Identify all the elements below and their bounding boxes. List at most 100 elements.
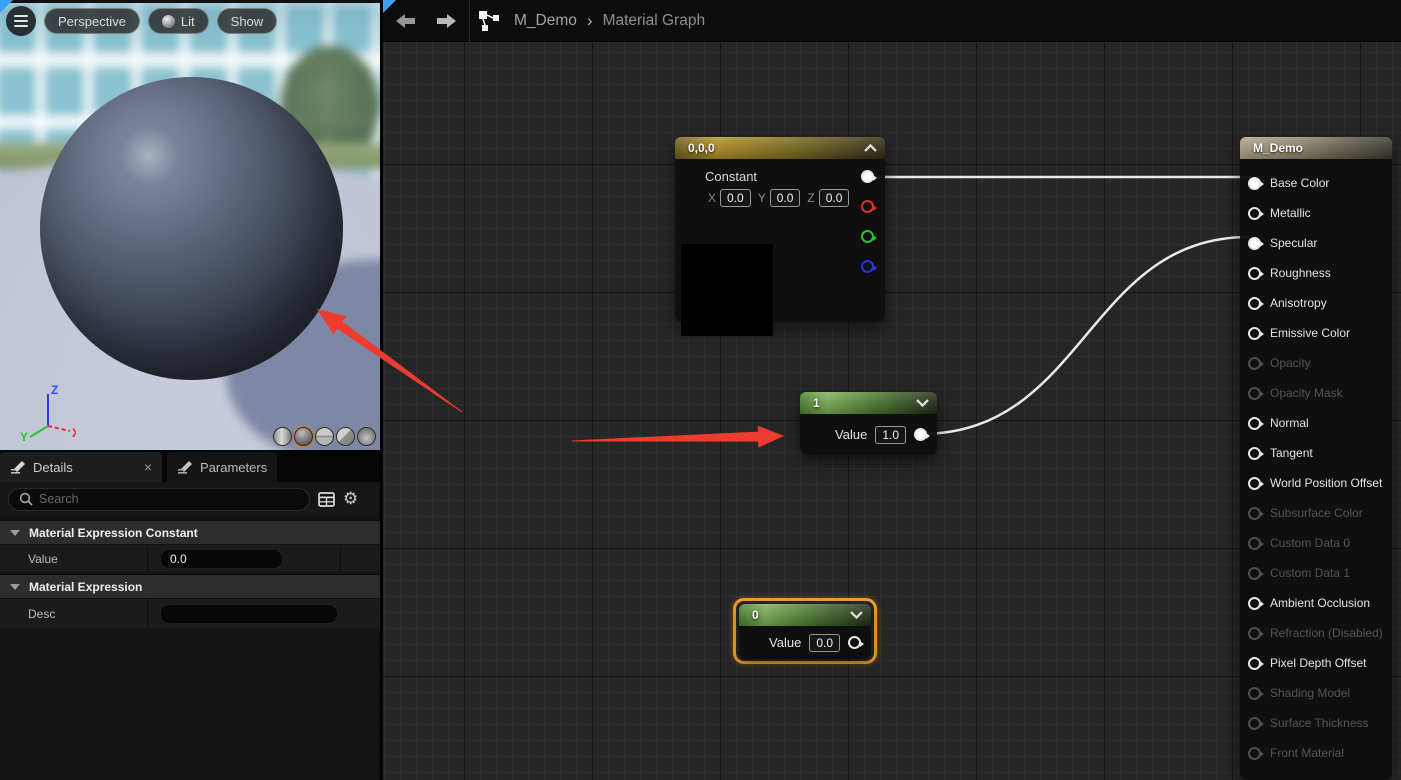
input-pin[interactable] [1248,447,1261,460]
preview-shape-sphere-button[interactable] [294,427,313,446]
material-graph-canvas[interactable]: M_Demo › Material Graph 0,0,0 Constant X [383,0,1401,780]
pencil-icon [10,460,26,474]
node-header[interactable]: 0,0,0 [675,137,885,159]
preview-sphere[interactable] [40,77,343,380]
input-pin[interactable] [1248,267,1261,280]
input-pin[interactable] [1248,357,1261,370]
input-pin[interactable] [1248,327,1261,340]
material-input-pin-row[interactable]: Tangent [1248,438,1392,468]
output-pin-rgb[interactable] [861,170,874,183]
search-input[interactable] [39,492,289,506]
expand-chevron-down-icon[interactable] [916,399,929,407]
node-header[interactable]: M_Demo [1240,137,1392,159]
wire-specular [921,237,1249,434]
input-pin[interactable] [1248,237,1261,250]
output-pin[interactable] [914,428,927,441]
breadcrumb-asset[interactable]: M_Demo [514,12,577,30]
preview-shape-custom-mesh-button[interactable] [357,427,376,446]
material-input-pin-row[interactable]: Custom Data 1 [1248,558,1392,588]
tab-parameters[interactable]: Parameters [167,452,277,482]
expand-chevron-down-icon[interactable] [850,611,863,619]
material-editor-window: Perspective Lit Show Z X Y [0,0,1401,780]
input-pin[interactable] [1248,717,1261,730]
material-input-pin-row[interactable]: Opacity [1248,348,1392,378]
material-input-pin-row[interactable]: Emissive Color [1248,318,1392,348]
preview-shape-cube-button[interactable] [336,427,355,446]
preview-shape-cylinder-button[interactable] [273,427,292,446]
component-value-input[interactable]: 0.0 [819,189,850,207]
breadcrumb-current-graph[interactable]: Material Graph [603,12,706,30]
node-material-output[interactable]: M_Demo Base Color Metallic [1240,137,1392,780]
input-pin[interactable] [1248,747,1261,760]
input-pin[interactable] [1248,537,1261,550]
input-pin[interactable] [1248,627,1261,640]
material-input-pin-row[interactable]: Ambient Occlusion [1248,588,1392,618]
material-input-pin-row[interactable]: Specular [1248,228,1392,258]
input-pin[interactable] [1248,567,1261,580]
preview-viewport[interactable]: Perspective Lit Show Z X Y [0,0,380,450]
material-input-pin-row[interactable]: Roughness [1248,258,1392,288]
value-input[interactable] [160,549,283,569]
tab-details[interactable]: Details × [0,452,162,482]
close-tab-icon[interactable]: × [144,459,152,475]
material-input-pin-row[interactable]: Subsurface Color [1248,498,1392,528]
section-material-expression[interactable]: Material Expression [0,574,380,598]
input-pin[interactable] [1248,657,1261,670]
component-value-input[interactable]: 0.0 [770,189,801,207]
display-filter-grid-button[interactable] [318,492,335,507]
vector-component-field: X 0.0 [708,189,751,207]
material-input-pin-row[interactable]: World Position Offset [1248,468,1392,498]
collapse-triangle-icon [10,584,20,590]
node-output-pins [861,170,874,273]
lit-mode-button[interactable]: Lit [148,8,209,34]
show-button[interactable]: Show [217,8,278,34]
node-constant-vector[interactable]: 0,0,0 Constant X 0.0 Y [675,137,885,322]
material-input-pin-row[interactable]: Refraction (Disabled) [1248,618,1392,648]
material-input-pin-row[interactable]: Anisotropy [1248,288,1392,318]
input-pin[interactable] [1248,477,1261,490]
input-pin[interactable] [1248,597,1261,610]
navigate-forward-button[interactable] [429,4,463,38]
node-preview-swatch [681,244,773,336]
input-pin[interactable] [1248,687,1261,700]
desc-input[interactable] [160,604,338,624]
graph-toolbar: M_Demo › Material Graph [383,0,1401,42]
value-input[interactable]: 1.0 [875,426,906,444]
input-pin[interactable] [1248,387,1261,400]
output-pin[interactable] [848,636,861,649]
material-input-pin-row[interactable]: Surface Thickness [1248,708,1392,738]
node-header[interactable]: 0 [739,604,871,626]
material-input-pin-row[interactable]: Custom Data 0 [1248,528,1392,558]
input-pin[interactable] [1248,417,1261,430]
collapse-chevron-up-icon[interactable] [864,144,877,152]
material-input-pin-row[interactable]: Normal [1248,408,1392,438]
material-input-pin-row[interactable]: Opacity Mask [1248,378,1392,408]
details-settings-button[interactable]: ⚙ [343,491,358,508]
grid-table-icon [318,492,335,507]
node-header[interactable]: 1 [800,392,937,414]
material-input-pin-row[interactable]: Shading Model [1248,678,1392,708]
output-pin-g[interactable] [861,230,874,243]
component-value-input[interactable]: 0.0 [720,189,751,207]
property-row-desc: Desc [0,598,380,628]
output-pin-r[interactable] [861,200,874,213]
input-pin[interactable] [1248,507,1261,520]
node-constant-one[interactable]: 1 Value 1.0 [800,392,937,455]
input-pin[interactable] [1248,207,1261,220]
preview-shape-plane-button[interactable] [315,427,334,446]
input-pin[interactable] [1248,177,1261,190]
material-input-pin-row[interactable]: Base Color [1248,168,1392,198]
material-input-pin-row[interactable]: Metallic [1248,198,1392,228]
material-input-pin-row[interactable]: Pixel Depth Offset [1248,648,1392,678]
input-pin[interactable] [1248,297,1261,310]
breadcrumb-separator: › [587,11,593,31]
section-material-expression-constant[interactable]: Material Expression Constant [0,520,380,544]
material-input-pin-row[interactable]: Front Material [1248,738,1392,768]
viewport-toolbar: Perspective Lit Show [6,6,277,36]
value-input[interactable]: 0.0 [809,634,840,652]
lit-sphere-icon [162,15,175,28]
node-constant-zero[interactable]: 0 Value 0.0 [739,604,871,659]
output-pin-b[interactable] [861,260,874,273]
search-box[interactable] [8,488,310,511]
perspective-button[interactable]: Perspective [44,8,140,34]
